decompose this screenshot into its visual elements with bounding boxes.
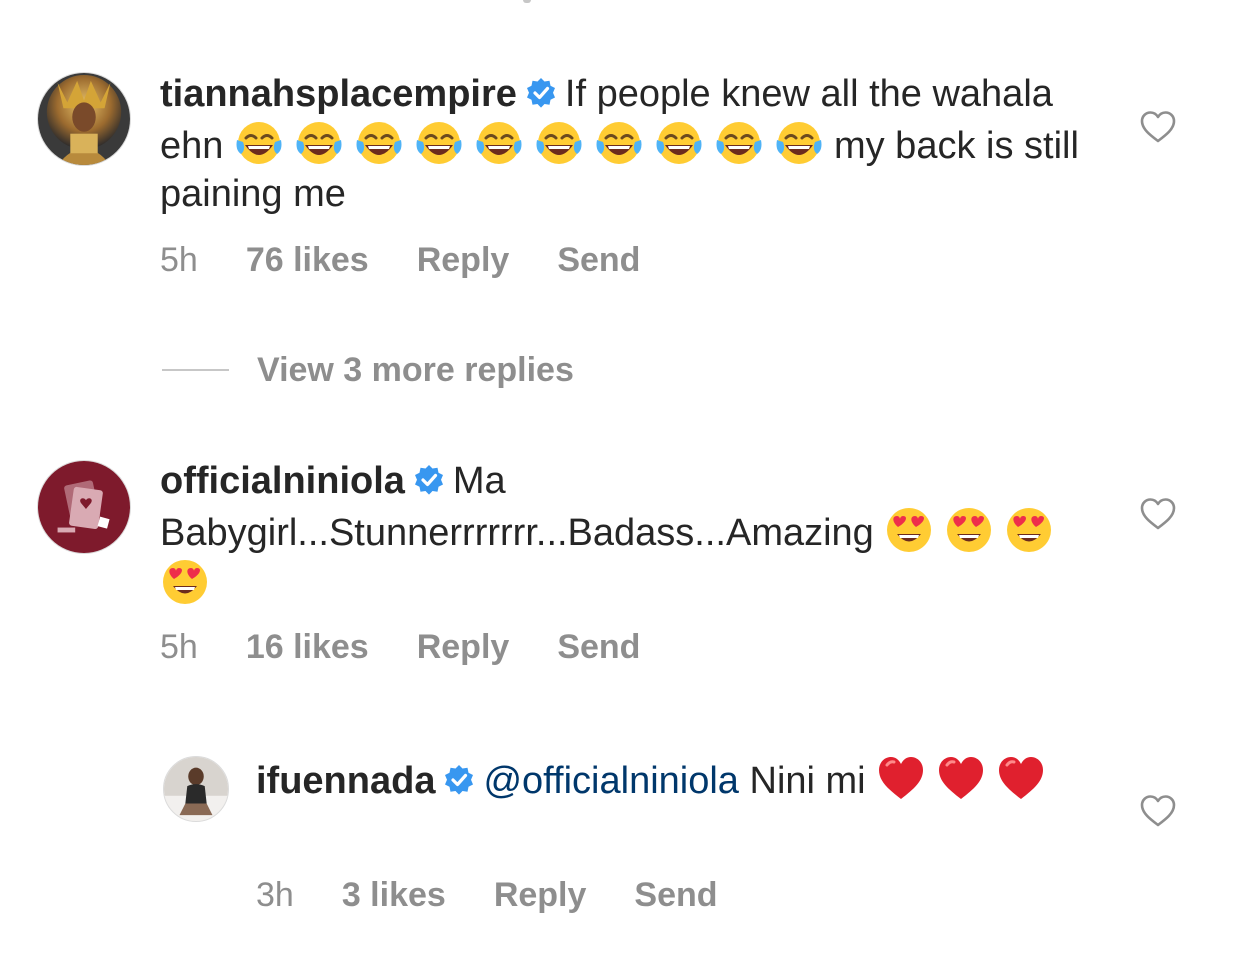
like-heart-icon[interactable] [1140,497,1176,531]
username[interactable]: officialniniola [160,460,405,502]
view-more-replies-label[interactable]: View 3 more replies [257,348,574,392]
red-heart-emoji-icon [996,753,1046,803]
scroll-indicator [523,0,531,3]
face-with-tears-of-joy-emoji-icon [594,118,644,168]
likes-count[interactable]: 3 likes [342,875,446,915]
like-heart-icon[interactable] [1140,110,1176,144]
reply-text: ifuennada @officialniniola Nini mi [256,753,1076,805]
send-button[interactable]: Send [557,627,640,667]
timestamp: 5h [160,241,198,279]
verified-badge-icon [525,77,557,109]
avatar[interactable] [37,72,131,166]
face-with-tears-of-joy-emoji-icon [654,118,704,168]
emoji-run [234,122,834,167]
verified-badge-icon [443,764,475,796]
reply-meta: 3h 3 likes Reply Send [256,875,766,915]
smiling-face-with-heart-eyes-emoji-icon [1004,505,1054,555]
likes-count[interactable]: 76 likes [246,240,369,280]
send-button[interactable]: Send [557,240,640,280]
face-with-tears-of-joy-emoji-icon [414,118,464,168]
comment-text: tiannahsplacempire If people knew all the… [160,70,1090,218]
timestamp: 5h [160,628,198,666]
face-with-tears-of-joy-emoji-icon [294,118,344,168]
reply-button[interactable]: Reply [417,240,510,280]
smiling-face-with-heart-eyes-emoji-icon [884,505,934,555]
smiling-face-with-heart-eyes-emoji-icon [160,557,210,607]
emoji-run [876,757,1056,802]
send-button[interactable]: Send [634,875,717,915]
face-with-tears-of-joy-emoji-icon [474,118,524,168]
red-heart-emoji-icon [876,753,926,803]
replies-divider [162,369,229,371]
like-heart-icon[interactable] [1140,794,1176,828]
timestamp: 3h [256,876,294,914]
comment-text: officialniniola Ma Babygirl...Stunnerrrrr… [160,457,1090,609]
comment-meta: 5h 76 likes Reply Send [160,240,688,280]
reply-button[interactable]: Reply [494,875,587,915]
face-with-tears-of-joy-emoji-icon [354,118,404,168]
username[interactable]: ifuennada [256,760,435,802]
face-with-tears-of-joy-emoji-icon [534,118,584,168]
comment-meta: 5h 16 likes Reply Send [160,627,688,667]
face-with-tears-of-joy-emoji-icon [774,118,824,168]
reply-body: Nini mi [749,760,866,802]
mention-link[interactable]: @officialniniola [483,760,738,802]
verified-badge-icon [413,464,445,496]
reply-button[interactable]: Reply [417,627,510,667]
avatar[interactable] [163,756,229,822]
smiling-face-with-heart-eyes-emoji-icon [944,505,994,555]
likes-count[interactable]: 16 likes [246,627,369,667]
avatar[interactable] [37,460,131,554]
red-heart-emoji-icon [936,753,986,803]
face-with-tears-of-joy-emoji-icon [714,118,764,168]
username[interactable]: tiannahsplacempire [160,73,517,115]
face-with-tears-of-joy-emoji-icon [234,118,284,168]
